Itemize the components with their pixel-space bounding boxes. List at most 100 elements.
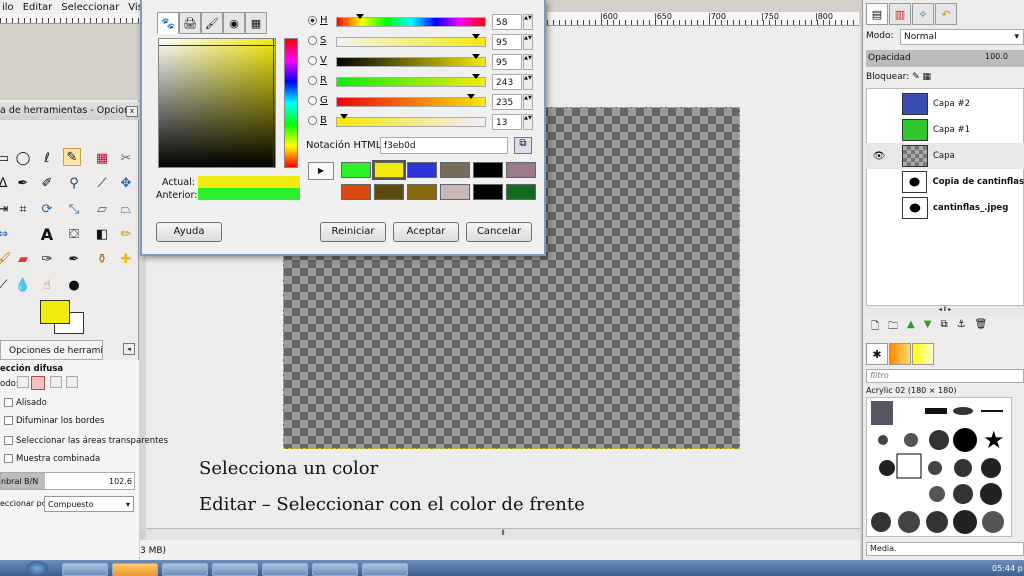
color-picker-square[interactable] [158, 38, 276, 168]
tab-menu-icon[interactable]: ◂ [123, 343, 135, 355]
spin-arrows-icon[interactable]: ▲▼ [523, 54, 533, 70]
select-by-dropdown[interactable]: Compuesto ▾ [44, 496, 134, 512]
start-button-icon[interactable] [26, 561, 48, 576]
checkbox[interactable] [4, 398, 13, 407]
tab-gimp-selector-icon[interactable]: 🐾 [157, 12, 179, 34]
brush-filter-input[interactable]: filtro [866, 369, 1024, 383]
add-to-history-button[interactable]: ▶ [308, 162, 334, 180]
foreground-color-swatch[interactable] [40, 300, 70, 324]
layer-mode-dropdown[interactable]: Normal ▾ [900, 29, 1024, 45]
channel-radio-s[interactable]: S [308, 35, 326, 46]
channel-slider-h[interactable] [336, 14, 486, 27]
channel-value-h[interactable]: 58 [492, 14, 522, 30]
airbrush-tool-icon[interactable]: ✑ [38, 250, 56, 268]
eyedropper-icon[interactable]: ⧉ [514, 137, 532, 154]
tab-patterns-icon[interactable] [889, 343, 911, 365]
channel-value-r[interactable]: 243 [492, 74, 522, 90]
layer-row[interactable]: cantinflas_.jpeg [866, 195, 1024, 221]
align-tool-icon[interactable]: ⇥ [0, 200, 12, 218]
free-select-tool-icon[interactable]: ℓ [38, 149, 56, 167]
spin-arrows-icon[interactable]: ▲▼ [523, 34, 533, 50]
tab-channels-icon[interactable]: ▥ [889, 3, 911, 25]
brush-media-row[interactable]: Media. [866, 542, 1024, 556]
anchor-layer-icon[interactable]: ⚓ [957, 319, 966, 335]
ellipse-select-tool-icon[interactable]: ◯ [14, 149, 32, 167]
paintbrush-tool-icon[interactable]: 🖌 [0, 250, 12, 268]
radio-button[interactable] [308, 36, 317, 45]
radio-button[interactable] [308, 56, 317, 65]
mode-subtract-button[interactable] [50, 376, 62, 388]
delete-layer-icon[interactable]: 🗑 [975, 319, 988, 335]
scissors-tool-icon[interactable]: ✂ [117, 149, 135, 167]
layer-row[interactable]: Capa #2 [866, 91, 1024, 117]
ok-button[interactable]: Aceptar [393, 222, 459, 242]
history-color-swatch[interactable] [372, 160, 406, 180]
tab-wheel-icon[interactable]: ◉ [223, 12, 245, 34]
history-color-swatch[interactable] [473, 184, 503, 200]
taskbar-app[interactable] [112, 563, 158, 576]
mode-intersect-button[interactable] [66, 376, 78, 388]
duplicate-layer-icon[interactable]: ⧉ [940, 319, 947, 335]
flip-tool-icon[interactable]: ⇔ [0, 225, 12, 243]
slider-marker[interactable] [340, 114, 349, 119]
layer-row[interactable]: Copia de cantinflas [866, 169, 1024, 195]
checkbox[interactable] [4, 436, 13, 445]
rotate-tool-icon[interactable]: ⟳ [38, 200, 56, 218]
channel-radio-r[interactable]: R [308, 75, 327, 86]
channel-value-s[interactable]: 95 [492, 34, 522, 50]
color-select-tool-icon[interactable]: ▦ [93, 149, 111, 167]
tab-paths-icon[interactable]: ✧ [912, 3, 934, 25]
measure-tool-icon[interactable]: ⟋ [93, 174, 111, 192]
html-notation-input[interactable]: f3eb0d [380, 137, 508, 154]
history-color-swatch[interactable] [341, 184, 371, 200]
raise-layer-icon[interactable]: ▲ [907, 319, 915, 335]
menu-file[interactable]: ilo [2, 2, 14, 13]
lock-pixels-icon[interactable]: ✎ [912, 72, 920, 82]
brush-grid[interactable]: ★ [866, 397, 1012, 537]
channel-slider-r[interactable] [336, 74, 486, 87]
slider-marker[interactable] [471, 54, 480, 59]
slider-marker[interactable] [356, 14, 365, 19]
layer-row[interactable]: Capa #1 [866, 117, 1024, 143]
channel-radio-v[interactable]: V [308, 55, 327, 66]
tab-cmyk-icon[interactable]: 🖨 [179, 12, 201, 34]
clone-tool-icon[interactable]: ⚱ [93, 250, 111, 268]
dodge-tool-icon[interactable]: ● [65, 276, 83, 294]
lock-alpha-icon[interactable]: ▦ [923, 72, 932, 82]
paths-tool-icon[interactable]: ✒ [14, 174, 32, 192]
history-color-swatch[interactable] [440, 184, 470, 200]
checkbox[interactable] [4, 454, 13, 463]
checkbox[interactable] [4, 416, 13, 425]
mode-replace-button[interactable] [17, 376, 29, 388]
history-color-swatch[interactable] [407, 162, 437, 178]
option-antialiasing[interactable]: Alisado [4, 398, 47, 408]
ink-tool-icon[interactable]: ✒ [65, 250, 83, 268]
history-color-swatch[interactable] [506, 184, 536, 200]
perspective-clone-tool-icon[interactable]: ⟋ [0, 276, 12, 294]
radio-button[interactable] [308, 16, 317, 25]
slider-marker[interactable] [471, 74, 480, 79]
spin-arrows-icon[interactable]: ▲▼ [523, 114, 533, 130]
history-color-swatch[interactable] [473, 162, 503, 178]
menu-select[interactable]: Seleccionar [61, 2, 119, 13]
tab-brushes-icon[interactable]: ✱ [866, 343, 888, 365]
channel-radio-h[interactable]: H [308, 15, 328, 26]
mode-add-button[interactable] [31, 376, 45, 390]
hue-strip[interactable] [284, 38, 298, 168]
bucket-fill-tool-icon[interactable]: ⛋ [65, 225, 83, 243]
history-color-swatch[interactable] [407, 184, 437, 200]
history-color-swatch[interactable] [440, 162, 470, 178]
taskbar-app[interactable] [212, 563, 258, 576]
taskbar-app[interactable] [362, 563, 408, 576]
history-color-swatch[interactable] [341, 162, 371, 178]
history-color-swatch[interactable] [374, 184, 404, 200]
pencil-tool-icon[interactable]: ✏ [117, 225, 135, 243]
tab-scales-icon[interactable]: ▦ [245, 12, 267, 34]
channel-slider-v[interactable] [336, 54, 486, 67]
slider-marker[interactable] [471, 34, 480, 39]
channel-slider-g[interactable] [336, 94, 486, 107]
taskbar-app[interactable] [262, 563, 308, 576]
eraser-tool-icon[interactable]: ▰ [14, 250, 32, 268]
new-group-icon[interactable]: 🗀 [888, 319, 898, 335]
lower-layer-icon[interactable]: ▼ [924, 319, 932, 335]
